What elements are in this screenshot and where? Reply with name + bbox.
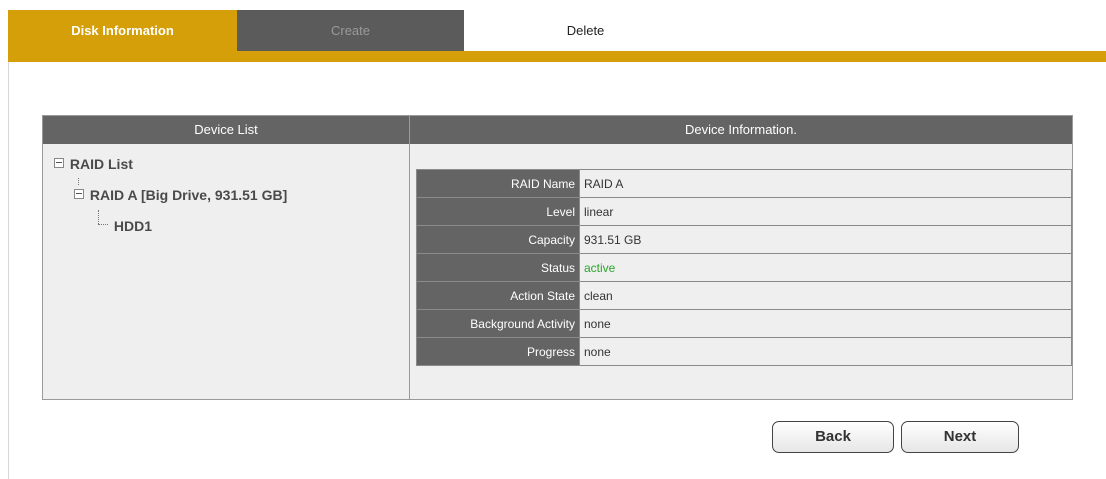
info-row: RAID Name RAID A <box>416 169 1072 198</box>
info-row: Background Activity none <box>416 309 1072 338</box>
tree-node-raid-list[interactable]: RAID List <box>54 154 133 174</box>
tab-accent-bar <box>8 51 1106 62</box>
tree-node-label: RAID A [Big Drive, 931.51 GB] <box>89 187 288 203</box>
tab-disk-information[interactable]: Disk Information <box>8 10 237 51</box>
info-row: Progress none <box>416 337 1072 366</box>
tree-node-label: HDD1 <box>113 218 153 234</box>
back-button[interactable]: Back <box>772 421 894 453</box>
info-row: Action State clean <box>416 281 1072 310</box>
tree-node-raid-a[interactable]: RAID A [Big Drive, 931.51 GB] <box>74 185 287 205</box>
column-divider <box>409 116 410 399</box>
tab-create[interactable]: Create <box>237 10 464 51</box>
tree-node-hdd1[interactable]: HDD1 <box>98 216 152 236</box>
info-value: RAID A <box>579 169 1072 198</box>
info-label: Level <box>416 197 580 226</box>
info-value: active <box>579 253 1072 282</box>
device-information-table: RAID Name RAID A Level linear Capacity 931.51… <box>416 169 1072 366</box>
info-label: Action State <box>416 281 580 310</box>
tree-leaf-connector <box>98 223 108 225</box>
info-value: none <box>579 309 1072 338</box>
page-left-border <box>8 62 9 479</box>
info-row: Status active <box>416 253 1072 282</box>
device-list-header: Device List <box>43 116 409 144</box>
info-label: Background Activity <box>416 309 580 338</box>
device-information-header: Device Information. <box>410 116 1072 144</box>
tree-node-label: RAID List <box>69 156 133 172</box>
next-button[interactable]: Next <box>901 421 1019 453</box>
collapse-icon[interactable] <box>54 158 64 169</box>
info-label: Progress <box>416 337 580 366</box>
device-panel: Device List Device Information. RAID Lis… <box>42 115 1073 400</box>
info-value: none <box>579 337 1072 366</box>
collapse-icon[interactable] <box>74 189 84 200</box>
tab-delete[interactable]: Delete <box>464 10 707 51</box>
info-row: Level linear <box>416 197 1072 226</box>
info-row: Capacity 931.51 GB <box>416 225 1072 254</box>
info-value: 931.51 GB <box>579 225 1072 254</box>
tree-connector <box>78 178 79 185</box>
info-label: Status <box>416 253 580 282</box>
info-label: Capacity <box>416 225 580 254</box>
info-value: linear <box>579 197 1072 226</box>
info-value: clean <box>579 281 1072 310</box>
info-label: RAID Name <box>416 169 580 198</box>
